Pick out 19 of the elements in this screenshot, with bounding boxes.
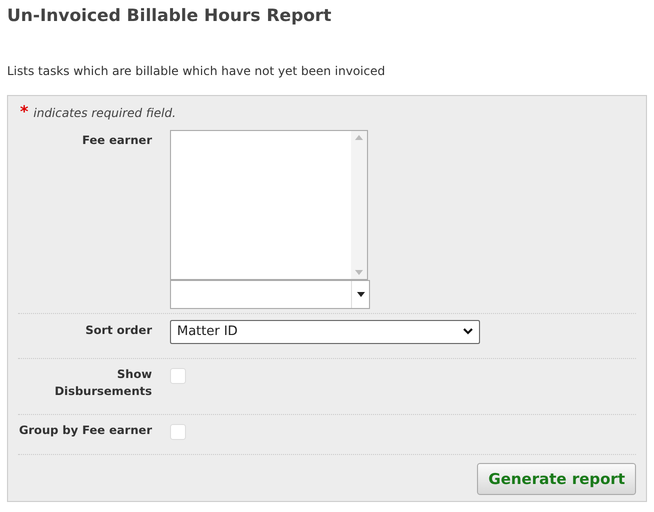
- required-asterisk: *: [20, 104, 28, 120]
- page-description: Lists tasks which are billable which have not yet been invoiced: [6, 62, 386, 80]
- chevron-down-icon: [463, 328, 473, 335]
- caret-icon: [356, 292, 364, 296]
- sort-order-select[interactable]: Matter ID: [170, 320, 480, 344]
- scroll-up-icon[interactable]: [355, 134, 363, 140]
- checkbox[interactable]: [170, 368, 186, 384]
- field-label: Group by Fee earner: [18, 422, 152, 439]
- page-title: Un-Invoiced Billable Hours Report: [6, 5, 332, 28]
- field-label: Fee earner: [82, 132, 152, 148]
- generate-report-button[interactable]: Generate report: [477, 463, 636, 495]
- checkbox[interactable]: [170, 424, 186, 440]
- field-label: Sort order: [85, 322, 152, 338]
- fee-earner-listbox[interactable]: [170, 130, 368, 280]
- required-note: indicates required field.: [33, 104, 176, 122]
- field-label: Show Disbursements: [54, 366, 152, 400]
- fee-earner-combo-field[interactable]: [170, 280, 370, 308]
- scroll-down-icon[interactable]: [355, 270, 363, 274]
- scrollbar[interactable]: [351, 130, 367, 278]
